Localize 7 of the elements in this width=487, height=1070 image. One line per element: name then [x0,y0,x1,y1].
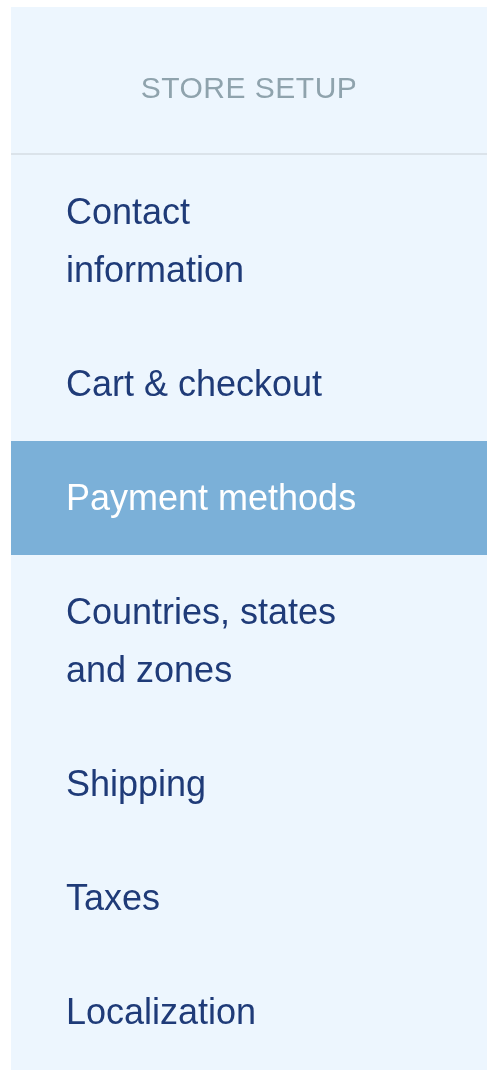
menu-item[interactable]: Shipping [11,727,487,841]
menu-item[interactable]: Taxes [11,841,487,955]
menu-item[interactable]: Cart & checkout [11,327,487,441]
section-heading: STORE SETUP [140,70,358,105]
menu-item[interactable]: Localization [11,955,487,1069]
menu-item[interactable]: Contact information [11,155,487,327]
menu-item[interactable]: Countries, states and zones [11,555,487,727]
